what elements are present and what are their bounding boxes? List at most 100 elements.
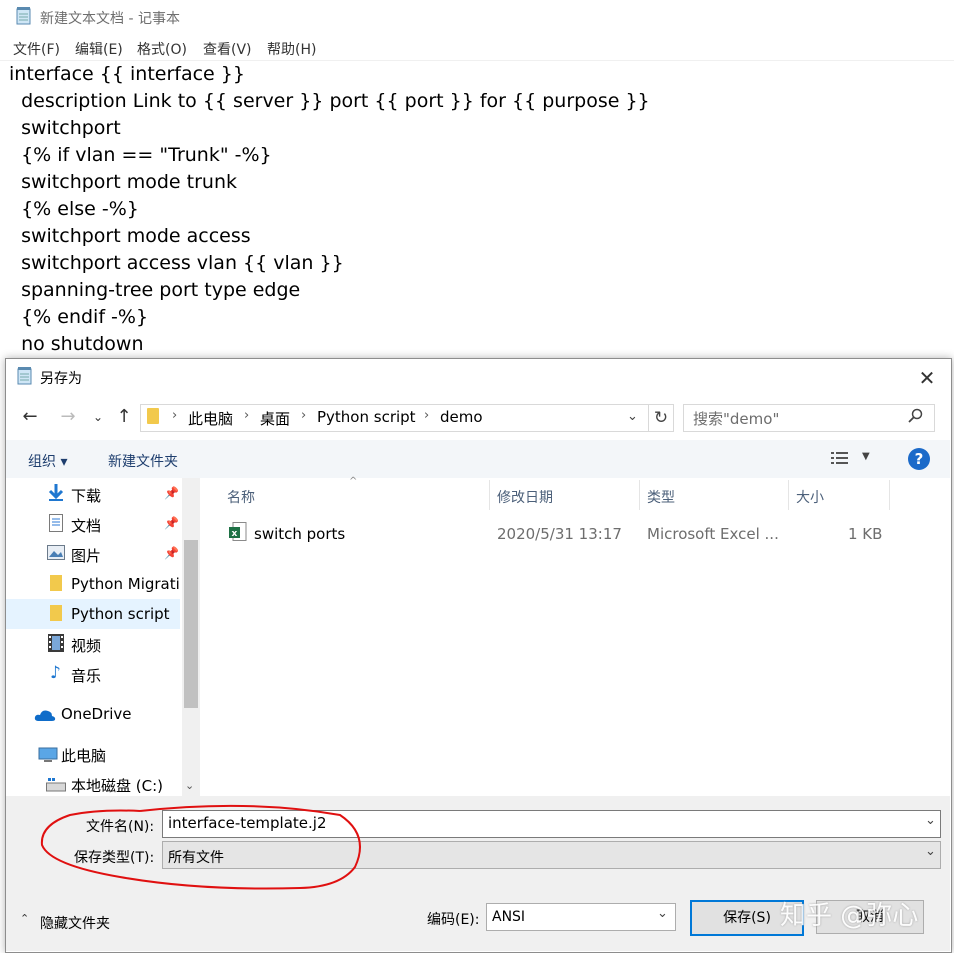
- collapse-chevron-up-icon[interactable]: ⌃: [20, 912, 29, 925]
- nav-scrollbar-thumb[interactable]: [184, 540, 198, 708]
- back-arrow-icon[interactable]: ←: [18, 406, 42, 427]
- pin-icon: 📌: [164, 516, 179, 530]
- view-dropdown-icon[interactable]: ▼: [862, 451, 870, 462]
- nav-label: Python script: [71, 605, 170, 623]
- encoding-value: ANSI: [492, 909, 526, 925]
- encoding-chevron-down-icon[interactable]: ⌄: [657, 906, 668, 921]
- onedrive-icon: [34, 707, 56, 721]
- notepad-icon: [17, 367, 33, 385]
- encoding-label: 编码(E):: [427, 912, 480, 928]
- folder-icon: [50, 575, 62, 591]
- filetype-chevron-down-icon[interactable]: ⌄: [925, 844, 936, 859]
- search-placeholder: 搜索"demo": [693, 410, 780, 428]
- nav-label: 文档: [71, 517, 102, 535]
- code-line: switchport mode access: [9, 225, 251, 247]
- breadcrumb-separator-icon: ›: [172, 408, 178, 423]
- computer-icon: [38, 747, 58, 763]
- folder-icon: [147, 408, 159, 424]
- nav-item-this-pc[interactable]: 此电脑: [6, 739, 180, 769]
- column-size[interactable]: 大小: [796, 487, 824, 507]
- file-date: 2020/5/31 13:17: [497, 525, 622, 543]
- code-line: {% endif -%}: [9, 306, 149, 328]
- nav-item-downloads[interactable]: 下载 📌: [6, 479, 180, 509]
- column-divider[interactable]: [639, 480, 640, 510]
- menu-file[interactable]: 文件(F): [13, 39, 60, 59]
- nav-label: 下载: [71, 487, 102, 505]
- notepad-icon: [16, 7, 32, 25]
- music-icon: ♪: [50, 663, 61, 683]
- menu-help[interactable]: 帮助(H): [267, 39, 316, 59]
- code-line: {% if vlan == "Trunk" -%}: [9, 144, 272, 166]
- nav-label: OneDrive: [61, 705, 132, 723]
- breadcrumb-separator-icon: ›: [424, 408, 430, 423]
- up-arrow-icon[interactable]: ↑: [112, 406, 136, 427]
- code-line: description Link to {{ server }} port {{…: [9, 90, 650, 112]
- code-line: switchport mode trunk: [9, 171, 237, 193]
- code-line: {% else -%}: [9, 198, 139, 220]
- code-line: switchport: [9, 117, 121, 139]
- dialog-title: 另存为: [40, 371, 82, 387]
- nav-item-onedrive[interactable]: OneDrive: [6, 699, 180, 729]
- code-line: no shutdown: [9, 333, 144, 355]
- svg-text:x: x: [232, 529, 238, 539]
- breadcrumb-desktop[interactable]: 桌面: [260, 408, 290, 429]
- notepad-title: 新建文本文档 - 记事本: [40, 11, 180, 27]
- menu-format[interactable]: 格式(O): [137, 39, 187, 59]
- scroll-down-icon[interactable]: ⌄: [185, 779, 194, 792]
- video-icon: [48, 634, 64, 652]
- breadcrumb-separator-icon: ›: [244, 408, 250, 423]
- file-size: 1 KB: [848, 525, 883, 543]
- pin-icon: 📌: [164, 486, 179, 500]
- refresh-icon[interactable]: ↻: [648, 404, 673, 432]
- nav-item-local-disk[interactable]: 本地磁盘 (C:): [6, 769, 180, 799]
- nav-item-python-migrati[interactable]: Python Migrati: [6, 569, 180, 599]
- close-icon[interactable]: ✕: [913, 365, 941, 391]
- pin-icon: 📌: [164, 546, 179, 560]
- file-name: switch ports: [254, 525, 346, 543]
- nav-label: 此电脑: [61, 747, 107, 765]
- excel-file-icon: x: [229, 522, 247, 542]
- nav-item-python-script[interactable]: Python script: [6, 599, 180, 629]
- breadcrumb-demo[interactable]: demo: [440, 408, 483, 426]
- column-name[interactable]: 名称: [227, 487, 255, 507]
- nav-label: 图片: [71, 547, 102, 565]
- nav-item-documents[interactable]: 文档 📌: [6, 509, 180, 539]
- breadcrumb-separator-icon: ›: [301, 408, 307, 423]
- code-line: switchport access vlan {{ vlan }}: [9, 252, 344, 274]
- annotation-ellipse: [40, 804, 361, 890]
- view-options-icon[interactable]: [831, 451, 851, 467]
- address-chevron-down-icon[interactable]: ⌄: [627, 409, 638, 424]
- breadcrumb-python-script[interactable]: Python script: [317, 408, 416, 426]
- forward-arrow-icon[interactable]: →: [56, 406, 80, 427]
- menu-edit[interactable]: 编辑(E): [75, 39, 123, 59]
- drive-icon: [46, 777, 66, 792]
- nav-label: 视频: [71, 637, 102, 655]
- organize-button[interactable]: 组织 ▾: [28, 451, 67, 471]
- column-divider[interactable]: [489, 480, 490, 510]
- recent-chevron-down-icon[interactable]: ⌄: [86, 410, 110, 424]
- sort-arrow-icon: ^: [349, 476, 358, 487]
- document-icon: [49, 514, 63, 532]
- column-date[interactable]: 修改日期: [497, 487, 553, 507]
- column-type[interactable]: 类型: [647, 487, 675, 507]
- nav-label: Python Migrati: [71, 575, 180, 593]
- hide-folders-toggle[interactable]: 隐藏文件夹: [40, 913, 110, 933]
- dialog-titlebar: [6, 359, 950, 397]
- download-icon: [48, 484, 64, 502]
- nav-item-videos[interactable]: 视频: [6, 629, 180, 659]
- search-icon[interactable]: [908, 408, 924, 424]
- new-folder-button[interactable]: 新建文件夹: [108, 451, 178, 471]
- breadcrumb-this-pc[interactable]: 此电脑: [188, 408, 233, 429]
- menu-view[interactable]: 查看(V): [203, 39, 252, 59]
- filename-chevron-down-icon[interactable]: ⌄: [925, 813, 936, 828]
- nav-label: 音乐: [71, 667, 102, 685]
- folder-icon: [50, 605, 62, 621]
- column-divider[interactable]: [788, 480, 789, 510]
- help-icon[interactable]: ?: [908, 448, 930, 470]
- nav-item-music[interactable]: ♪ 音乐: [6, 659, 180, 689]
- column-divider[interactable]: [889, 480, 890, 510]
- code-line: interface {{ interface }}: [9, 63, 245, 85]
- pictures-icon: [47, 545, 65, 560]
- nav-item-pictures[interactable]: 图片 📌: [6, 539, 180, 569]
- file-list-header: [201, 478, 950, 510]
